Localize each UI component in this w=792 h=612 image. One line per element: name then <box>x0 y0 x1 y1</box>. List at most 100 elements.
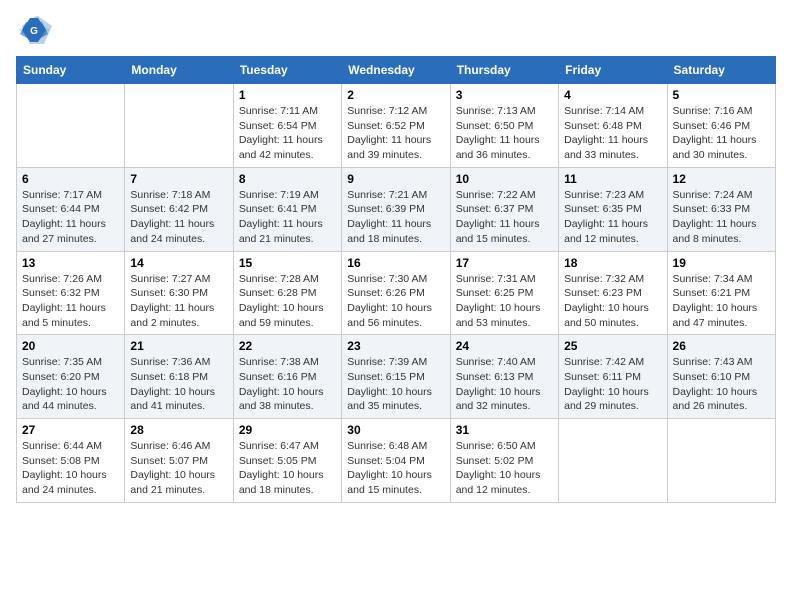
day-info: Sunrise: 7:42 AM Sunset: 6:11 PM Dayligh… <box>564 355 661 414</box>
calendar-cell: 1 Sunrise: 7:11 AM Sunset: 6:54 PM Daylig… <box>233 84 341 168</box>
calendar-cell: 16 Sunrise: 7:30 AM Sunset: 6:26 PM Dayli… <box>342 251 450 335</box>
day-info: Sunrise: 7:19 AM Sunset: 6:41 PM Dayligh… <box>239 188 336 247</box>
day-number: 8 <box>239 172 336 186</box>
calendar-cell: 12 Sunrise: 7:24 AM Sunset: 6:33 PM Dayli… <box>667 167 775 251</box>
day-info: Sunrise: 7:17 AM Sunset: 6:44 PM Dayligh… <box>22 188 119 247</box>
calendar-cell: 3 Sunrise: 7:13 AM Sunset: 6:50 PM Daylig… <box>450 84 558 168</box>
day-number: 14 <box>130 256 227 270</box>
calendar-cell <box>559 419 667 503</box>
weekday-header-saturday: Saturday <box>667 57 775 84</box>
weekday-header-wednesday: Wednesday <box>342 57 450 84</box>
calendar-cell: 2 Sunrise: 7:12 AM Sunset: 6:52 PM Daylig… <box>342 84 450 168</box>
calendar-cell: 14 Sunrise: 7:27 AM Sunset: 6:30 PM Dayli… <box>125 251 233 335</box>
day-number: 3 <box>456 88 553 102</box>
day-info: Sunrise: 7:38 AM Sunset: 6:16 PM Dayligh… <box>239 355 336 414</box>
day-info: Sunrise: 7:22 AM Sunset: 6:37 PM Dayligh… <box>456 188 553 247</box>
day-info: Sunrise: 7:36 AM Sunset: 6:18 PM Dayligh… <box>130 355 227 414</box>
day-number: 22 <box>239 339 336 353</box>
day-info: Sunrise: 6:47 AM Sunset: 5:05 PM Dayligh… <box>239 439 336 498</box>
day-number: 29 <box>239 423 336 437</box>
calendar-week-3: 13 Sunrise: 7:26 AM Sunset: 6:32 PM Dayli… <box>17 251 776 335</box>
calendar-cell: 23Sunrise: 7:39 AM Sunset: 6:15 PM Dayli… <box>342 335 450 419</box>
calendar-table: SundayMondayTuesdayWednesdayThursdayFrid… <box>16 56 776 503</box>
day-info: Sunrise: 7:12 AM Sunset: 6:52 PM Dayligh… <box>347 104 444 163</box>
calendar-week-1: 1 Sunrise: 7:11 AM Sunset: 6:54 PM Daylig… <box>17 84 776 168</box>
day-info: Sunrise: 7:27 AM Sunset: 6:30 PM Dayligh… <box>130 272 227 331</box>
day-number: 5 <box>673 88 770 102</box>
day-number: 20 <box>22 339 119 353</box>
calendar-week-5: 27Sunrise: 6:44 AM Sunset: 5:08 PM Dayli… <box>17 419 776 503</box>
calendar-cell: 6 Sunrise: 7:17 AM Sunset: 6:44 PM Daylig… <box>17 167 125 251</box>
day-number: 30 <box>347 423 444 437</box>
weekday-header-tuesday: Tuesday <box>233 57 341 84</box>
day-number: 15 <box>239 256 336 270</box>
calendar-cell: 7Sunrise: 7:18 AM Sunset: 6:42 PM Daylig… <box>125 167 233 251</box>
calendar-cell: 21Sunrise: 7:36 AM Sunset: 6:18 PM Dayli… <box>125 335 233 419</box>
calendar-cell: 20 Sunrise: 7:35 AM Sunset: 6:20 PM Dayli… <box>17 335 125 419</box>
day-info: Sunrise: 7:24 AM Sunset: 6:33 PM Dayligh… <box>673 188 770 247</box>
day-info: Sunrise: 6:50 AM Sunset: 5:02 PM Dayligh… <box>456 439 553 498</box>
day-number: 26 <box>673 339 770 353</box>
day-number: 10 <box>456 172 553 186</box>
calendar-cell: 15 Sunrise: 7:28 AM Sunset: 6:28 PM Dayli… <box>233 251 341 335</box>
day-info: Sunrise: 7:43 AM Sunset: 6:10 PM Dayligh… <box>673 355 770 414</box>
svg-text:G: G <box>30 26 38 37</box>
day-number: 25 <box>564 339 661 353</box>
logo: G <box>16 16 56 44</box>
day-info: Sunrise: 7:30 AM Sunset: 6:26 PM Dayligh… <box>347 272 444 331</box>
calendar-cell <box>667 419 775 503</box>
weekday-header-friday: Friday <box>559 57 667 84</box>
calendar-cell: 4 Sunrise: 7:14 AM Sunset: 6:48 PM Daylig… <box>559 84 667 168</box>
day-number: 31 <box>456 423 553 437</box>
calendar-cell: 18 Sunrise: 7:32 AM Sunset: 6:23 PM Dayli… <box>559 251 667 335</box>
calendar-cell: 19 Sunrise: 7:34 AM Sunset: 6:21 PM Dayli… <box>667 251 775 335</box>
day-number: 18 <box>564 256 661 270</box>
day-number: 13 <box>22 256 119 270</box>
calendar-cell: 30Sunrise: 6:48 AM Sunset: 5:04 PM Dayli… <box>342 419 450 503</box>
day-number: 9 <box>347 172 444 186</box>
page-header: G <box>16 16 776 44</box>
calendar-week-4: 20 Sunrise: 7:35 AM Sunset: 6:20 PM Dayli… <box>17 335 776 419</box>
calendar-cell <box>125 84 233 168</box>
day-number: 19 <box>673 256 770 270</box>
day-number: 1 <box>239 88 336 102</box>
calendar-cell: 29 Sunrise: 6:47 AM Sunset: 5:05 PM Dayli… <box>233 419 341 503</box>
day-info: Sunrise: 7:39 AM Sunset: 6:15 PM Dayligh… <box>347 355 444 414</box>
weekday-header-thursday: Thursday <box>450 57 558 84</box>
day-number: 16 <box>347 256 444 270</box>
calendar-cell: 26 Sunrise: 7:43 AM Sunset: 6:10 PM Dayli… <box>667 335 775 419</box>
day-info: Sunrise: 7:32 AM Sunset: 6:23 PM Dayligh… <box>564 272 661 331</box>
calendar-cell: 9Sunrise: 7:21 AM Sunset: 6:39 PM Daylig… <box>342 167 450 251</box>
calendar-cell: 27Sunrise: 6:44 AM Sunset: 5:08 PM Dayli… <box>17 419 125 503</box>
day-info: Sunrise: 7:11 AM Sunset: 6:54 PM Dayligh… <box>239 104 336 163</box>
day-number: 4 <box>564 88 661 102</box>
weekday-header-sunday: Sunday <box>17 57 125 84</box>
calendar-cell: 31 Sunrise: 6:50 AM Sunset: 5:02 PM Dayli… <box>450 419 558 503</box>
day-number: 12 <box>673 172 770 186</box>
day-number: 17 <box>456 256 553 270</box>
calendar-cell: 5 Sunrise: 7:16 AM Sunset: 6:46 PM Daylig… <box>667 84 775 168</box>
calendar-cell: 17 Sunrise: 7:31 AM Sunset: 6:25 PM Dayli… <box>450 251 558 335</box>
day-info: Sunrise: 7:34 AM Sunset: 6:21 PM Dayligh… <box>673 272 770 331</box>
day-info: Sunrise: 7:14 AM Sunset: 6:48 PM Dayligh… <box>564 104 661 163</box>
day-info: Sunrise: 7:31 AM Sunset: 6:25 PM Dayligh… <box>456 272 553 331</box>
day-info: Sunrise: 7:18 AM Sunset: 6:42 PM Dayligh… <box>130 188 227 247</box>
day-info: Sunrise: 7:16 AM Sunset: 6:46 PM Dayligh… <box>673 104 770 163</box>
weekday-header-monday: Monday <box>125 57 233 84</box>
day-info: Sunrise: 7:23 AM Sunset: 6:35 PM Dayligh… <box>564 188 661 247</box>
day-number: 2 <box>347 88 444 102</box>
day-info: Sunrise: 7:40 AM Sunset: 6:13 PM Dayligh… <box>456 355 553 414</box>
day-info: Sunrise: 7:13 AM Sunset: 6:50 PM Dayligh… <box>456 104 553 163</box>
calendar-cell: 10 Sunrise: 7:22 AM Sunset: 6:37 PM Dayli… <box>450 167 558 251</box>
day-number: 28 <box>130 423 227 437</box>
day-info: Sunrise: 7:35 AM Sunset: 6:20 PM Dayligh… <box>22 355 119 414</box>
day-info: Sunrise: 7:26 AM Sunset: 6:32 PM Dayligh… <box>22 272 119 331</box>
calendar-cell <box>17 84 125 168</box>
calendar-cell: 24Sunrise: 7:40 AM Sunset: 6:13 PM Dayli… <box>450 335 558 419</box>
day-number: 6 <box>22 172 119 186</box>
calendar-header-row: SundayMondayTuesdayWednesdayThursdayFrid… <box>17 57 776 84</box>
day-number: 11 <box>564 172 661 186</box>
day-info: Sunrise: 7:28 AM Sunset: 6:28 PM Dayligh… <box>239 272 336 331</box>
logo-icon: G <box>16 16 52 44</box>
calendar-cell: 8 Sunrise: 7:19 AM Sunset: 6:41 PM Daylig… <box>233 167 341 251</box>
